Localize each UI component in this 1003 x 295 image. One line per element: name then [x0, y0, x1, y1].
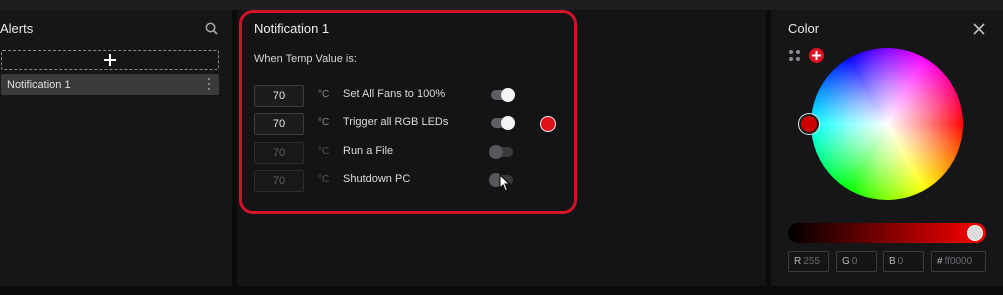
green-field[interactable]: G0: [836, 251, 877, 272]
rule-row-shutdown: 70 °C Shutdown PC: [254, 170, 574, 192]
palette-grid-icon[interactable]: [789, 50, 801, 62]
color-wheel[interactable]: [811, 48, 963, 200]
add-alert-button[interactable]: [1, 50, 219, 70]
temp-input[interactable]: 70: [254, 142, 304, 164]
rgb-color-swatch[interactable]: [540, 116, 556, 132]
close-icon[interactable]: [973, 22, 985, 40]
blue-field[interactable]: B0: [883, 251, 924, 272]
unit-label: °C: [318, 89, 330, 100]
unit-label: °C: [318, 174, 330, 185]
action-label: Set All Fans to 100%: [343, 88, 446, 100]
rule-row-fans: 70 °C Set All Fans to 100%: [254, 85, 574, 107]
top-bar: [0, 0, 1003, 10]
notification-title: Notification 1: [254, 21, 330, 36]
color-wheel-handle[interactable]: [799, 114, 819, 134]
fans-toggle[interactable]: [491, 88, 515, 102]
mouse-pointer-icon: [499, 173, 511, 197]
unit-label: °C: [318, 117, 330, 128]
plus-icon: [104, 54, 116, 66]
brightness-slider[interactable]: [788, 223, 986, 243]
color-title: Color: [788, 21, 820, 36]
rgb-toggle[interactable]: [491, 116, 515, 130]
slider-thumb[interactable]: [967, 225, 983, 241]
temp-input[interactable]: 70: [254, 113, 304, 135]
temp-input[interactable]: 70: [254, 85, 304, 107]
run-file-toggle[interactable]: [489, 145, 513, 159]
alert-item-notification-1[interactable]: Notification 1: [1, 74, 219, 95]
search-icon[interactable]: [205, 22, 218, 40]
hex-field[interactable]: # ff0000: [931, 251, 986, 272]
red-field[interactable]: R 255: [788, 251, 829, 272]
condition-label: When Temp Value is:: [254, 53, 357, 65]
action-label: Trigger all RGB LEDs: [343, 116, 449, 128]
add-color-button[interactable]: [809, 48, 824, 63]
alerts-title: Alerts: [0, 21, 34, 36]
action-label: Shutdown PC: [343, 173, 411, 185]
unit-label: °C: [318, 146, 330, 157]
more-vertical-icon[interactable]: [208, 78, 211, 91]
alert-item-label: Notification 1: [7, 78, 71, 91]
rule-row-rgb: 70 °C Trigger all RGB LEDs: [254, 113, 574, 135]
action-label: Run a File: [343, 145, 394, 157]
rule-row-run-file: 70 °C Run a File: [254, 142, 574, 164]
alerts-panel: Alerts Notification 1: [0, 10, 232, 286]
temp-input[interactable]: 70: [254, 170, 304, 192]
